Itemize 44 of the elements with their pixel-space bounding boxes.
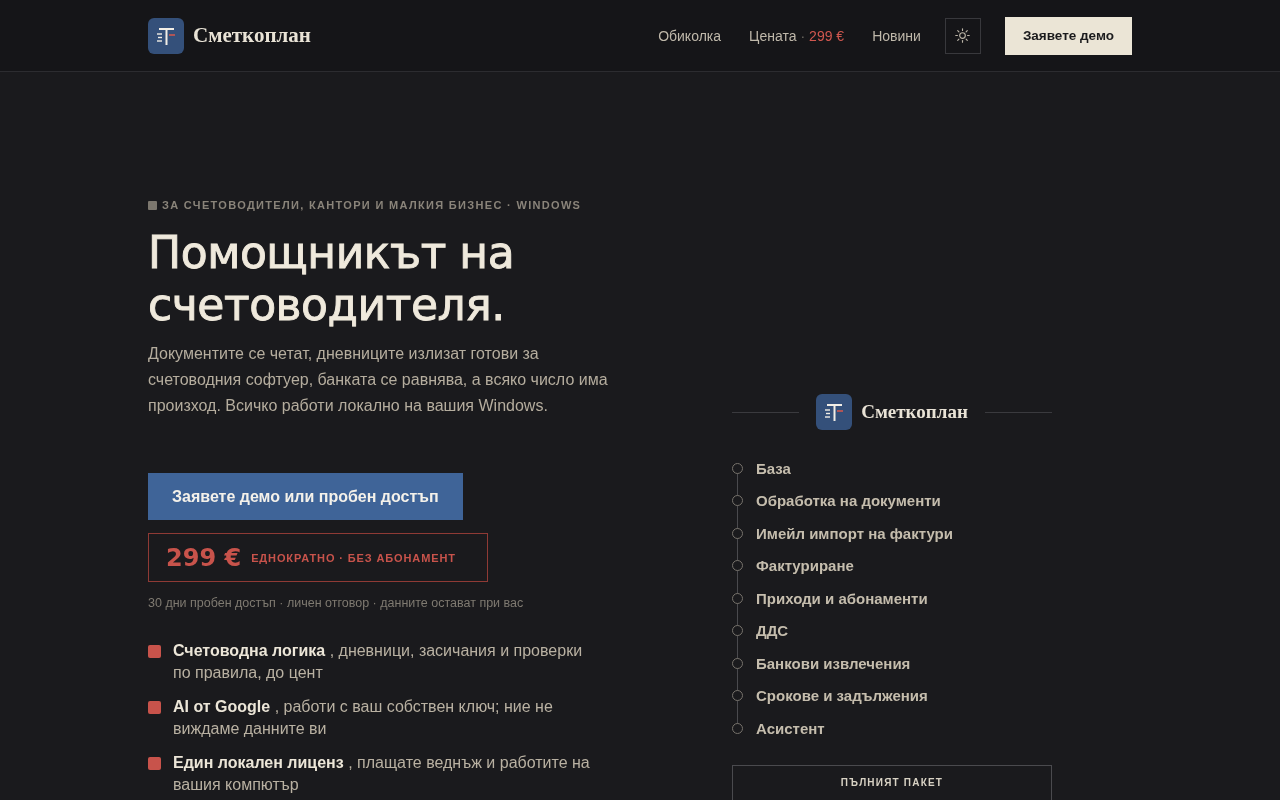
price-amount: 299 €	[166, 543, 242, 572]
nav-link[interactable]: Новини	[872, 27, 921, 44]
module-label: Фактуриране	[756, 557, 854, 575]
module-label: Банкови извлечения	[756, 654, 911, 672]
price-note: ЕДНОКРАТНО · БЕЗ АБОНАМЕНТ	[251, 551, 456, 564]
module-label: ДДС	[756, 622, 789, 640]
package-label: ПЪЛНИЯТ ПАКЕТ	[840, 776, 944, 788]
square-icon	[148, 200, 157, 210]
brand-logo-link[interactable]: Сметкоплан	[148, 17, 311, 54]
timeline-dot-icon	[732, 657, 743, 669]
request-demo-button[interactable]: Заявете демо	[1004, 16, 1132, 55]
eyebrow-text: ЗА СЧЕТОВОДИТЕЛИ, КАНТОРИ И МАЛКИЯ БИЗНЕС · WINDOWS	[162, 199, 582, 211]
logo-icon	[816, 394, 853, 430]
bullet-icon	[148, 757, 161, 770]
timeline-dot-icon	[732, 495, 743, 507]
trial-note: 30 дни пробен достъп · личен отговор · данните остават при вас	[148, 596, 525, 610]
module-label: Асистент	[756, 719, 825, 737]
feature-text: Един локален лиценз , плащате веднъж и работите на вашия компютър	[173, 753, 591, 795]
timeline-dot-icon	[732, 722, 743, 734]
timeline-dot-icon	[732, 592, 743, 604]
timeline-dot-icon	[732, 462, 743, 474]
module-label: Срокове и задължения	[756, 687, 928, 705]
nav-link[interactable]: Обиколка	[658, 27, 722, 44]
sun-icon	[955, 28, 971, 43]
request-demo-trial-button[interactable]: Заявете демо или пробен достъп	[148, 473, 463, 520]
feature-text: AI от Google , работи с ваш собствен ключ; ние не виждаме данните ви	[173, 697, 554, 739]
timeline-dot-icon	[732, 690, 743, 702]
brand-name: Сметкоплан	[193, 23, 311, 48]
bullet-icon	[148, 701, 161, 714]
module-label: База	[756, 459, 791, 477]
bullet-icon	[148, 645, 161, 658]
theme-toggle-button[interactable]	[944, 17, 981, 54]
brand-name: Сметкоплан	[861, 401, 968, 423]
nav-link[interactable]: Цената · 299 €	[749, 27, 845, 44]
hero-description: Документите се четат, дневниците излизат готови за счетоводния софтуер, банката се равнява, а всяко число има произход. Всичко работи локално на вашия Windows.	[148, 344, 609, 416]
feature-text: Счетоводна логика , дневници, засичания и проверки по правила, до цент	[173, 641, 584, 683]
module-label: Обработка на документи	[756, 492, 941, 510]
timeline-dot-icon	[732, 560, 743, 572]
logo-icon	[148, 17, 184, 54]
module-label: Приходи и абонаменти	[756, 589, 928, 607]
timeline-dot-icon	[732, 625, 743, 637]
module-label: Имейл импорт на фактури	[756, 524, 953, 542]
hero-title: Помощникът на счетоводителя.	[148, 227, 516, 331]
timeline-dot-icon	[732, 527, 743, 539]
